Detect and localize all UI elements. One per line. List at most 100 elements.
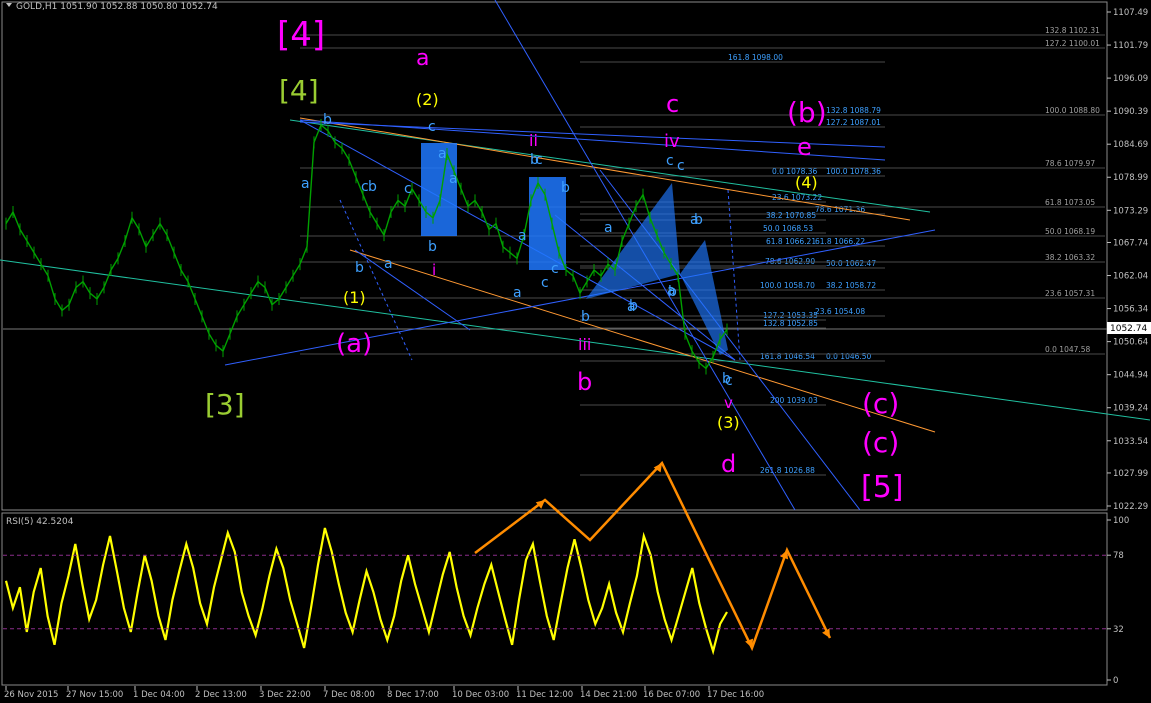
- wave-label-paren-b: (b): [787, 96, 827, 129]
- fibonacci-label: 200 1039.03: [770, 396, 818, 405]
- minor-wave-label: b: [355, 260, 364, 276]
- minor-wave-label: b: [428, 239, 437, 255]
- fibonacci-label: 0.0 1046.50: [826, 352, 872, 361]
- rsi-tick-label: 0: [1113, 676, 1118, 686]
- price-tick-label: 1073.29: [1113, 206, 1148, 216]
- minor-wave-label: b: [722, 371, 731, 387]
- minor-wave-label: b: [629, 298, 638, 314]
- wave-label-b: b: [577, 368, 592, 396]
- time-tick-label: 16 Dec 07:00: [643, 690, 700, 699]
- chart-canvas[interactable]: GOLD,H1 1051.90 1052.88 1050.80 1052.74 …: [0, 0, 1151, 700]
- chart-header-title: GOLD,H1 1051.90 1052.88 1050.80 1052.74: [16, 2, 218, 12]
- minor-wave-label: a: [449, 171, 458, 187]
- price-tick-label: 1062.04: [1113, 272, 1148, 282]
- wave-label-i: i: [432, 261, 436, 279]
- fibonacci-label: 100.0 1088.80: [1045, 106, 1100, 115]
- fibonacci-label: 261.8 1026.88: [760, 466, 815, 475]
- minor-wave-label: b: [561, 180, 570, 196]
- trendlines: [0, 0, 1151, 511]
- trendline: [0, 259, 1151, 421]
- wave-label-paren-c-2: (c): [862, 426, 899, 459]
- fibonacci-label: 38.2 1058.72: [826, 281, 876, 290]
- wave-label-paren-c-1: (c): [862, 387, 899, 420]
- price-tick-label: 1078.99: [1113, 173, 1148, 183]
- price-tick-label: 1050.64: [1113, 338, 1148, 348]
- minor-wave-label: b: [323, 112, 332, 128]
- wave-label-paren-1: (1): [343, 288, 366, 307]
- wave-label-iv: iv: [664, 131, 680, 152]
- minor-wave-label: a: [518, 228, 527, 244]
- price-tick-label: 1090.39: [1113, 107, 1148, 117]
- minor-wave-label: a: [604, 220, 613, 236]
- minor-wave-label: a: [667, 283, 676, 299]
- rsi-line: [4, 527, 728, 656]
- fibonacci-label: 23.6 1054.08: [815, 307, 865, 316]
- rsi-panel-frame: [1, 512, 1108, 686]
- price-tick-label: 1022.29: [1113, 502, 1148, 512]
- wave-label-paren-a: (a): [336, 329, 372, 359]
- time-tick-label: 10 Dec 03:00: [452, 690, 509, 699]
- wave-label-bracket-4-magenta: [4]: [277, 15, 325, 55]
- time-tick-label: 11 Dec 12:00: [516, 690, 573, 699]
- minor-wave-label: b: [368, 179, 377, 195]
- fibonacci-label: 61.8 1073.05: [1045, 198, 1095, 207]
- trendline: [289, 119, 931, 213]
- minor-wave-label: c: [535, 152, 543, 168]
- rsi-tick-label: 100: [1113, 516, 1129, 526]
- wave-label-ii: ii: [529, 131, 538, 150]
- time-axis: 26 Nov 2015 27 Nov 15:00 1 Dec 04:00 2 Dec …: [4, 686, 764, 700]
- time-tick-label: 8 Dec 17:00: [387, 690, 439, 699]
- wave-label-bracket-3: [3]: [205, 388, 245, 421]
- fibonacci-label: 127.2 1087.01: [826, 118, 881, 127]
- time-tick-label: 17 Dec 16:00: [707, 690, 764, 699]
- price-tick-label: 1039.24: [1113, 404, 1148, 414]
- price-tick-label: 1084.69: [1113, 140, 1148, 150]
- wave-label-iii: iii: [578, 335, 591, 354]
- chart-window: GOLD,H1 1051.90 1052.88 1050.80 1052.74 …: [0, 0, 1151, 700]
- time-tick-label: 27 Nov 15:00: [66, 690, 123, 699]
- fibonacci-label: 127.2 1100.01: [1045, 39, 1100, 48]
- fibonacci-label: 78.6 1079.97: [1045, 159, 1095, 168]
- wave-label-a: a: [416, 46, 429, 71]
- fibonacci-label: 50.0 1068.19: [1045, 227, 1095, 236]
- rsi-tick-label: 32: [1113, 625, 1124, 635]
- fibonacci-label: 100.0 1078.36: [826, 167, 881, 176]
- wave-label-bracket-4-olive: [4]: [279, 74, 319, 107]
- harmonic-patterns: [421, 143, 728, 355]
- wave-label-paren-2: (2): [416, 90, 439, 109]
- wave-label-paren-4: (4): [795, 173, 818, 192]
- time-tick-label: 26 Nov 2015: [4, 690, 58, 699]
- minor-wave-label: c: [677, 158, 685, 174]
- wave-label-c: c: [666, 90, 679, 118]
- minor-wave-label: a: [384, 256, 393, 272]
- wave-label-bracket-5: [5]: [861, 470, 904, 505]
- price-tick-label: 1067.74: [1113, 238, 1148, 248]
- price-tick-label: 1101.79: [1113, 41, 1148, 51]
- wave-label-d: d: [721, 450, 736, 478]
- fibonacci-label: 161.8 1046.54: [760, 352, 815, 361]
- price-axis: 1107.49 1101.79 1096.09 1090.39 1084.69 1078.…: [1107, 8, 1148, 512]
- time-tick-label: 7 Dec 08:00: [323, 690, 375, 699]
- minor-wave-label: c: [541, 275, 549, 291]
- minor-wave-label: a: [301, 176, 310, 192]
- minor-wave-label: c: [551, 261, 559, 277]
- price-tick-label: 1033.54: [1113, 437, 1148, 447]
- minor-wave-label: c: [404, 181, 412, 197]
- minor-wave-label: c: [666, 153, 674, 169]
- symbol-dropdown-icon[interactable]: [6, 3, 12, 7]
- fibonacci-label: 132.8 1052.85: [763, 319, 818, 328]
- fibonacci-label: 0.0 1047.58: [1045, 345, 1091, 354]
- fibonacci-label: 100.0 1058.70: [760, 281, 815, 290]
- rsi-tick-label: 78: [1113, 551, 1124, 561]
- dashed-line: [727, 189, 741, 361]
- time-tick-label: 2 Dec 13:00: [195, 690, 247, 699]
- minor-wave-label: b: [694, 212, 703, 228]
- rsi-series: [4, 527, 728, 656]
- price-tick-label: 1096.09: [1113, 74, 1148, 84]
- price-tick-label: 1107.49: [1113, 8, 1148, 18]
- minor-wave-label: a: [513, 285, 522, 301]
- fibonacci-label: 78.6 1071.36: [815, 205, 865, 214]
- fibonacci-label: 50.0 1068.53: [763, 224, 813, 233]
- time-tick-label: 3 Dec 22:00: [259, 690, 311, 699]
- minor-wave-label: c: [428, 119, 436, 135]
